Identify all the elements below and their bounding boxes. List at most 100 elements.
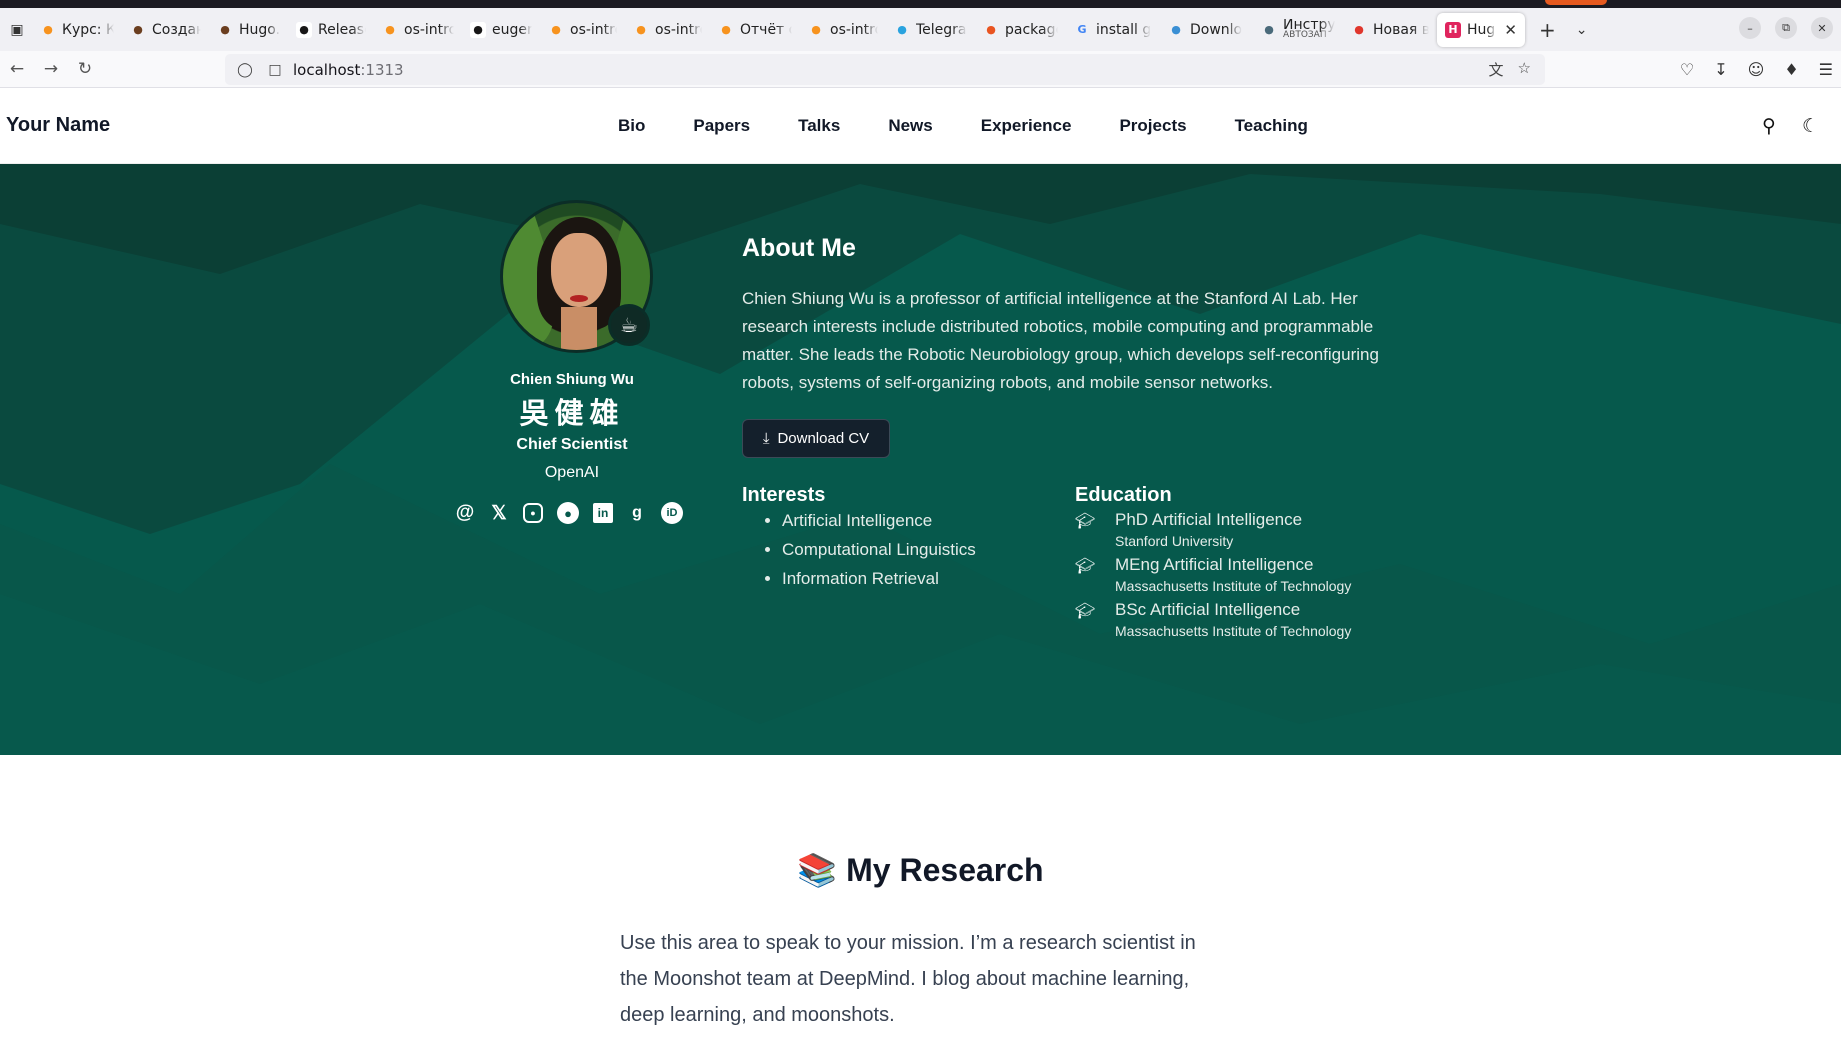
browser-tab[interactable]: Ginstall g bbox=[1066, 13, 1160, 47]
browser-tab-title: os-intro bbox=[570, 21, 617, 38]
browser-tab-title: package bbox=[1005, 21, 1058, 38]
orcid-icon[interactable]: iD bbox=[661, 502, 683, 524]
browser-tab[interactable]: H Hugo ✕ bbox=[1437, 12, 1525, 47]
browser-tab-title: os-intro bbox=[655, 21, 702, 38]
browser-tab[interactable]: ● eugern bbox=[462, 13, 540, 47]
toolbar-right: ♡ ↧ ☺ ♦ ☰ bbox=[1680, 60, 1833, 79]
site-header: Your Name Bio Papers Talks News Experience Pr… bbox=[0, 88, 1841, 164]
x-twitter-icon[interactable]: 𝕏 bbox=[489, 502, 509, 524]
moodle-icon: ● bbox=[721, 23, 731, 36]
education-institution: Stanford University bbox=[1115, 533, 1234, 549]
browser-tab[interactable]: ● os-intro bbox=[540, 13, 625, 47]
bookmark-star-icon[interactable]: ☆ bbox=[1518, 59, 1531, 80]
pig-icon: ● bbox=[220, 23, 230, 36]
reload-icon[interactable]: ↻ bbox=[68, 54, 102, 84]
tab-list-icon[interactable]: ▣ bbox=[2, 15, 32, 45]
restore-icon[interactable]: ⧉ bbox=[1775, 17, 1797, 39]
menu-item-papers[interactable]: Papers bbox=[669, 116, 774, 136]
close-tab-icon[interactable]: ✕ bbox=[1504, 21, 1517, 39]
linkedin-icon[interactable]: in bbox=[593, 503, 613, 523]
email-icon[interactable]: @ bbox=[455, 502, 475, 524]
education-heading: Education bbox=[1075, 484, 1172, 506]
new-tab-icon[interactable]: + bbox=[1539, 18, 1556, 42]
about-heading: About Me bbox=[742, 234, 856, 262]
google-scholar-icon[interactable]: g bbox=[627, 502, 647, 524]
pocket-icon[interactable]: ♡ bbox=[1680, 60, 1694, 79]
education-list: 🎓︎ PhD Artificial Intelligence Stanford Un… bbox=[1075, 509, 1405, 644]
browser-tab[interactable]: ● Новая в bbox=[1343, 13, 1437, 47]
menu-hamburger-icon[interactable]: ☰ bbox=[1819, 60, 1833, 79]
interest-item: Information Retrieval bbox=[782, 567, 976, 596]
download-page-icon: ● bbox=[1171, 23, 1181, 36]
header-icons: ⚲ ☾ bbox=[1762, 115, 1819, 137]
menu-item-projects[interactable]: Projects bbox=[1095, 116, 1210, 136]
graduation-cap-icon: 🎓︎ bbox=[1075, 603, 1096, 620]
tab-overflow-chevron-icon[interactable]: ⌄ bbox=[1576, 22, 1588, 38]
browser-tab[interactable]: ● Создан bbox=[122, 13, 209, 47]
browser-tab-title: eugern bbox=[492, 21, 532, 38]
back-icon[interactable]: ← bbox=[0, 54, 34, 84]
translate-icon[interactable]: 文 bbox=[1489, 59, 1504, 80]
browser-tab-title: Новая в bbox=[1373, 21, 1429, 38]
moodle-icon: ● bbox=[811, 23, 821, 36]
extensions-icon[interactable]: ♦ bbox=[1784, 60, 1798, 79]
moodle-icon: ● bbox=[385, 23, 395, 36]
education-item: 🎓︎ PhD Artificial Intelligence Stanford Un… bbox=[1075, 509, 1405, 554]
dark-mode-moon-icon[interactable]: ☾ bbox=[1802, 115, 1819, 137]
mountain-background bbox=[0, 164, 1841, 755]
profile-role: Chief Scientist bbox=[516, 436, 628, 453]
shield-icon[interactable]: ◯ bbox=[235, 62, 255, 78]
graduation-cap-icon: 🎓︎ bbox=[1075, 513, 1096, 530]
interest-item: Artificial Intelligence bbox=[782, 509, 976, 538]
address-bar[interactable]: ◯ □ localhost:1313 文 ☆ bbox=[225, 54, 1545, 85]
menu-item-experience[interactable]: Experience bbox=[957, 116, 1096, 136]
browser-tab[interactable]: ● Курс: Ко bbox=[32, 13, 122, 47]
github-icon: ● bbox=[296, 21, 312, 38]
profile-organization[interactable]: OpenAI bbox=[460, 464, 684, 482]
menu-item-teaching[interactable]: Teaching bbox=[1211, 116, 1332, 136]
browser-tab[interactable]: ● Downlo bbox=[1160, 13, 1253, 47]
site-brand[interactable]: Your Name bbox=[6, 114, 110, 137]
social-links: @ 𝕏 ● ● in g iD bbox=[455, 502, 683, 524]
doc-icon: ● bbox=[1264, 23, 1274, 36]
github-icon[interactable]: ● bbox=[557, 502, 579, 524]
download-cv-button[interactable]: ⤓ Download CV bbox=[742, 419, 890, 458]
account-icon[interactable]: ☺ bbox=[1748, 60, 1765, 79]
askubuntu-icon: ● bbox=[986, 23, 996, 36]
browser-tab[interactable]: ● os-intro bbox=[374, 13, 462, 47]
browser-tab[interactable]: ● os-intro bbox=[625, 13, 710, 47]
research-text: Use this area to speak to your mission. … bbox=[620, 932, 1196, 1026]
menu-item-bio[interactable]: Bio bbox=[594, 116, 669, 136]
browser-tab[interactable]: ● package bbox=[975, 13, 1066, 47]
moodle-icon: ● bbox=[636, 23, 646, 36]
page-icon[interactable]: □ bbox=[265, 62, 285, 78]
browser-toolbar: ← → ↻ ◯ □ localhost:1313 文 ☆ ♡ ↧ ☺ ♦ ☰ bbox=[0, 51, 1841, 88]
menu-item-talks[interactable]: Talks bbox=[774, 116, 864, 136]
menu-item-news[interactable]: News bbox=[864, 116, 956, 136]
browser-tab[interactable]: ● Hugo. Li bbox=[209, 13, 288, 47]
download-cv-label: Download CV bbox=[777, 430, 870, 447]
tab-actions: + ⌄ bbox=[1539, 18, 1588, 42]
browser-tab[interactable]: ● Отчёт о bbox=[710, 13, 800, 47]
browser-tab-title: Курс: Ко bbox=[62, 21, 114, 38]
profile-name: Chien Shiung Wu bbox=[510, 371, 634, 388]
browser-tab[interactable]: ● Инстру АВТОЗАП bbox=[1253, 13, 1343, 47]
browser-tab-title: Downlo bbox=[1190, 21, 1243, 38]
browser-tab[interactable]: ● os-intro bbox=[800, 13, 886, 47]
window-titlebar-strip bbox=[0, 0, 1841, 8]
download-icon: ⤓ bbox=[762, 430, 770, 447]
github-icon: ● bbox=[470, 21, 486, 38]
close-window-icon[interactable]: ✕ bbox=[1811, 17, 1833, 39]
telegram-icon: ● bbox=[897, 23, 907, 36]
search-icon[interactable]: ⚲ bbox=[1762, 115, 1776, 137]
graduation-cap-icon: 🎓︎ bbox=[1075, 558, 1096, 575]
minimize-icon[interactable]: – bbox=[1739, 17, 1761, 39]
browser-tab[interactable]: ● Telegra bbox=[886, 13, 975, 47]
window-controls: – ⧉ ✕ bbox=[1739, 17, 1833, 39]
browser-tab-title: Release bbox=[318, 21, 366, 38]
downloads-icon[interactable]: ↧ bbox=[1714, 60, 1727, 79]
browser-tab[interactable]: ● Release bbox=[288, 13, 374, 47]
instagram-icon[interactable]: ● bbox=[523, 503, 543, 523]
forward-icon[interactable]: → bbox=[34, 54, 68, 84]
google-icon: G bbox=[1077, 23, 1087, 36]
